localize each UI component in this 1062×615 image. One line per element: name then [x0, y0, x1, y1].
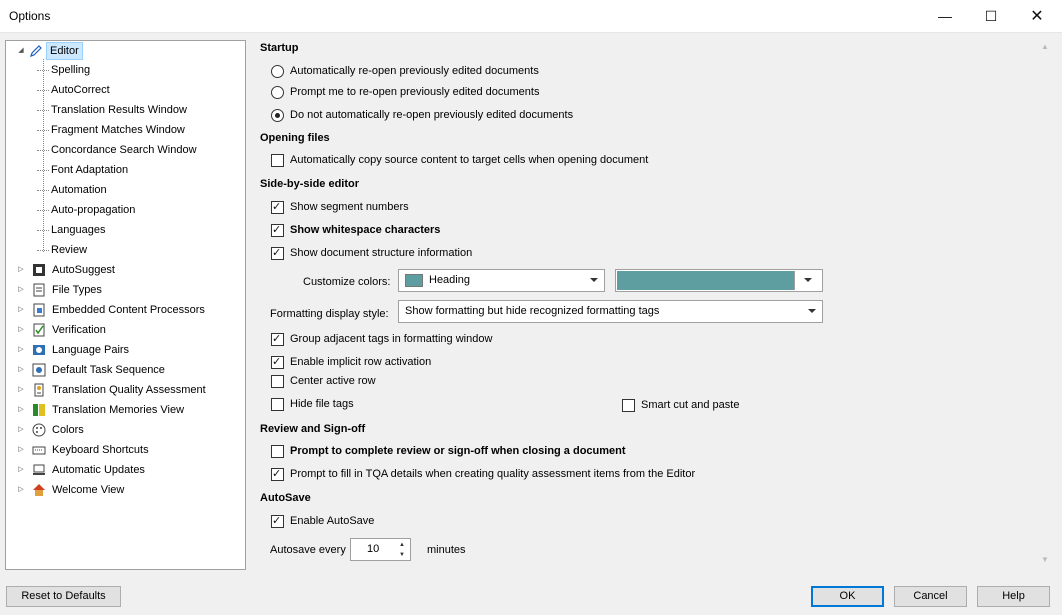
cancel-button[interactable]: Cancel: [894, 586, 967, 607]
tree-guide-line: [43, 59, 44, 252]
section-startup: Startup: [260, 42, 299, 54]
expand-icon[interactable]: ▷: [16, 401, 26, 419]
task-sequence-icon: [32, 363, 46, 377]
color-swatch: [405, 274, 423, 287]
checkbox-indicator[interactable]: [271, 445, 284, 458]
home-icon: [33, 484, 45, 496]
expand-icon[interactable]: ▷: [16, 461, 26, 479]
tree-item-spelling[interactable]: Spelling: [37, 61, 90, 79]
scroll-down-icon[interactable]: ▼: [1040, 555, 1050, 564]
embedded-content-icon: [33, 303, 45, 317]
tm-view-icon: [33, 404, 45, 416]
tree-item-concordance[interactable]: Concordance Search Window: [37, 141, 197, 159]
close-icon: ✕: [1030, 8, 1044, 25]
color-element-dropdown[interactable]: Heading: [398, 269, 605, 292]
radio-indicator[interactable]: [271, 86, 284, 99]
section-side-by-side: Side-by-side editor: [260, 178, 360, 190]
tree-item-languages[interactable]: Languages: [37, 221, 105, 239]
formatting-style-label: Formatting display style:: [270, 308, 389, 320]
expand-icon[interactable]: ▷: [16, 381, 26, 399]
autosave-every-label: Autosave every: [270, 544, 346, 556]
file-types-icon: [33, 283, 45, 297]
palette-icon: [32, 423, 46, 437]
expand-icon[interactable]: ▷: [16, 261, 26, 279]
expand-icon[interactable]: ▷: [16, 301, 26, 319]
expand-icon[interactable]: ▷: [16, 481, 26, 499]
tree-item-review[interactable]: Review: [37, 241, 87, 259]
verification-icon: [33, 323, 45, 337]
tree-item-automation[interactable]: Automation: [37, 181, 107, 199]
customize-colors-label: Customize colors:: [303, 276, 391, 288]
pencil-icon: [30, 45, 42, 57]
tree-item-label: Editor: [46, 42, 83, 60]
checkbox-indicator[interactable]: [271, 222, 284, 238]
help-button[interactable]: Help: [977, 586, 1050, 607]
checkbox-indicator[interactable]: [271, 199, 284, 215]
chevron-down-icon[interactable]: [590, 278, 598, 282]
autosave-minutes-label: minutes: [427, 544, 466, 556]
expand-icon[interactable]: ▷: [16, 441, 26, 459]
maximize-button[interactable]: ☐: [968, 0, 1014, 32]
language-pairs-icon: [33, 345, 45, 355]
close-button[interactable]: ✕: [1014, 0, 1060, 32]
autosuggest-icon: [33, 264, 45, 276]
expand-icon[interactable]: ▷: [16, 321, 26, 339]
keyboard-icon: [32, 446, 46, 455]
expand-icon[interactable]: ▷: [16, 361, 26, 379]
stepper-down-icon[interactable]: ▼: [396, 550, 408, 560]
color-fill: [617, 271, 794, 290]
section-review: Review and Sign-off: [260, 423, 366, 435]
autosave-minutes-stepper[interactable]: 10 ▲ ▼: [350, 538, 411, 561]
chevron-down-icon[interactable]: [804, 278, 812, 282]
tree-item-translation-results[interactable]: Translation Results Window: [37, 101, 187, 119]
checkbox-indicator[interactable]: [271, 398, 284, 411]
radio-indicator[interactable]: [271, 109, 284, 122]
section-autosave: AutoSave: [260, 492, 311, 504]
ok-button[interactable]: OK: [811, 586, 884, 607]
chevron-down-icon[interactable]: [808, 309, 816, 313]
reset-defaults-button[interactable]: Reset to Defaults: [6, 586, 121, 607]
formatting-style-dropdown[interactable]: Show formatting but hide recognized form…: [398, 300, 823, 323]
expand-icon[interactable]: ▷: [16, 281, 26, 299]
window-title: Options: [9, 9, 51, 23]
stepper-up-icon[interactable]: ▲: [396, 540, 408, 550]
checkbox-indicator[interactable]: [271, 154, 284, 167]
expand-icon[interactable]: ▷: [16, 341, 26, 359]
tree-item-font-adaptation[interactable]: Font Adaptation: [37, 161, 128, 179]
minimize-button[interactable]: —: [922, 0, 968, 32]
expand-icon[interactable]: ▷: [16, 421, 26, 439]
tree-item-auto-propagation[interactable]: Auto-propagation: [37, 201, 135, 219]
options-tree[interactable]: ◢ Editor Spelling AutoCorrect Translatio…: [5, 40, 246, 570]
checkbox-indicator[interactable]: [271, 354, 284, 370]
scroll-up-icon[interactable]: ▲: [1040, 42, 1050, 51]
title-bar: Options — ☐ ✕: [0, 0, 1062, 33]
collapse-icon[interactable]: ◢: [16, 42, 26, 60]
checkbox-indicator[interactable]: [271, 513, 284, 529]
checkbox-indicator[interactable]: [271, 375, 284, 388]
section-opening-files: Opening files: [260, 132, 330, 144]
updates-icon: [33, 464, 45, 475]
checkbox-indicator[interactable]: [622, 399, 635, 412]
color-picker-dropdown[interactable]: [615, 269, 823, 292]
maximize-icon: ☐: [984, 7, 998, 24]
radio-indicator[interactable]: [271, 65, 284, 78]
tqa-icon: [34, 383, 44, 397]
checkbox-indicator[interactable]: [271, 245, 284, 261]
tree-item-fragment-matches[interactable]: Fragment Matches Window: [37, 121, 185, 139]
checkbox-indicator[interactable]: [271, 466, 284, 482]
checkbox-indicator[interactable]: [271, 331, 284, 347]
tree-item-autocorrect[interactable]: AutoCorrect: [37, 81, 110, 99]
minimize-icon: —: [938, 8, 952, 24]
